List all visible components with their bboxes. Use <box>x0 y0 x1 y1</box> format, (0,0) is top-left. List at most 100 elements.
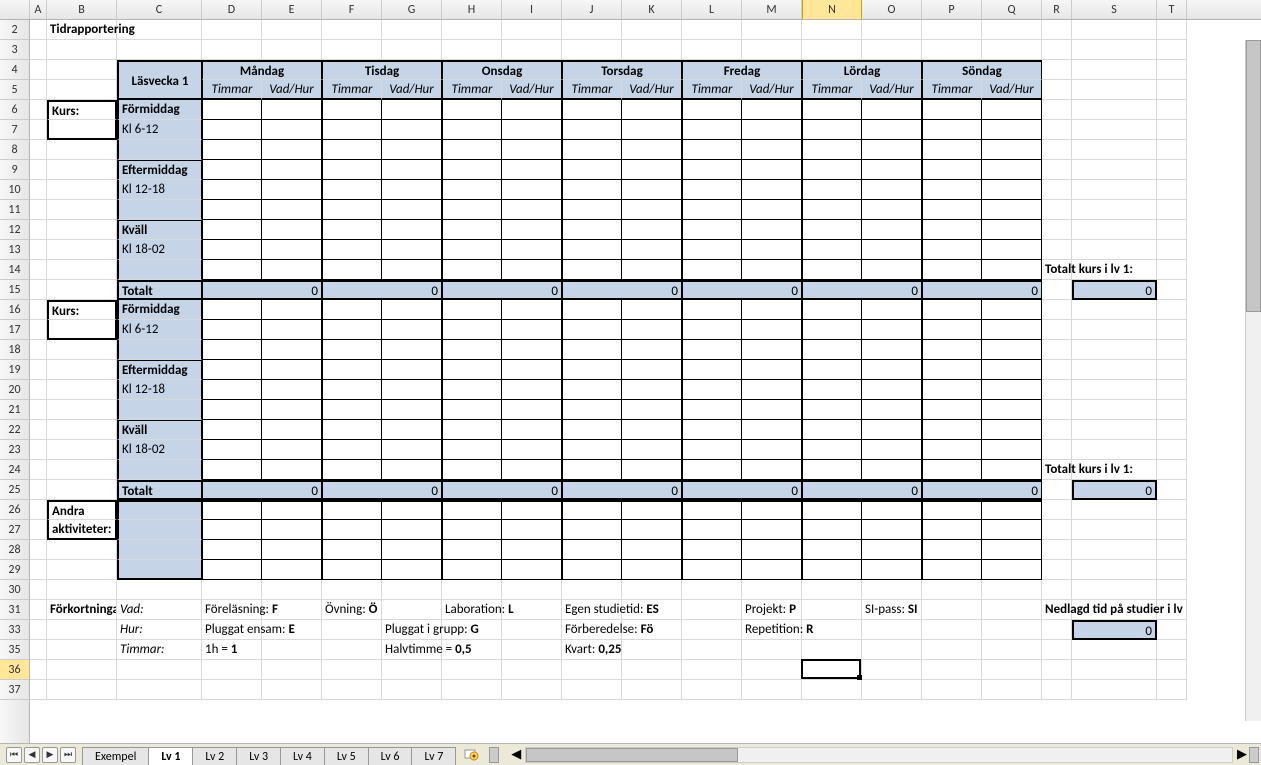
cell-S12[interactable] <box>1072 220 1157 240</box>
data-cell[interactable] <box>502 320 562 340</box>
cell-A27[interactable] <box>30 520 47 540</box>
data-cell[interactable] <box>562 200 622 220</box>
cell-G30[interactable] <box>382 580 442 600</box>
cell-P36[interactable] <box>922 660 982 680</box>
sheet-tab-lv-7[interactable]: Lv 7 <box>411 747 456 765</box>
cell-B23[interactable] <box>47 440 117 460</box>
cell-A37[interactable] <box>30 680 47 700</box>
cell-T10[interactable] <box>1157 180 1187 200</box>
horizontal-scrollbar[interactable] <box>525 747 1233 763</box>
data-cell[interactable] <box>922 180 982 200</box>
data-cell[interactable] <box>982 200 1042 220</box>
data-cell[interactable] <box>922 340 982 360</box>
cell-Q35[interactable] <box>982 640 1042 660</box>
cell-Q3[interactable] <box>982 40 1042 60</box>
cell-I37[interactable] <box>502 680 562 700</box>
cell-T14[interactable] <box>1157 260 1187 280</box>
andra-cell[interactable] <box>922 560 982 580</box>
cell-A29[interactable] <box>30 560 47 580</box>
data-cell[interactable] <box>862 260 922 280</box>
cell-O35[interactable] <box>862 640 922 660</box>
cell-B13[interactable] <box>47 240 117 260</box>
data-cell[interactable] <box>562 360 622 380</box>
data-cell[interactable] <box>382 100 442 120</box>
cell-A36[interactable] <box>30 660 47 680</box>
cell-L3[interactable] <box>682 40 742 60</box>
cell-T29[interactable] <box>1157 560 1187 580</box>
andra-cell[interactable] <box>622 520 682 540</box>
cell-B25[interactable] <box>47 480 117 500</box>
data-cell[interactable] <box>502 260 562 280</box>
cell-T8[interactable] <box>1157 140 1187 160</box>
data-cell[interactable] <box>502 120 562 140</box>
data-cell[interactable] <box>682 160 742 180</box>
data-cell[interactable] <box>382 180 442 200</box>
cell-L31[interactable] <box>682 600 742 620</box>
andra-cell[interactable] <box>922 520 982 540</box>
cell-L35[interactable] <box>682 640 742 660</box>
data-cell[interactable] <box>682 120 742 140</box>
cell-R26[interactable] <box>1042 500 1072 520</box>
cell-R37[interactable] <box>1042 680 1072 700</box>
cell-R12[interactable] <box>1042 220 1072 240</box>
cell-D37[interactable] <box>202 680 262 700</box>
andra-cell[interactable] <box>742 500 802 520</box>
cell-B14[interactable] <box>47 260 117 280</box>
data-cell[interactable] <box>982 380 1042 400</box>
cell-S10[interactable] <box>1072 180 1157 200</box>
cell-K37[interactable] <box>622 680 682 700</box>
data-cell[interactable] <box>322 220 382 240</box>
cell-H37[interactable] <box>442 680 502 700</box>
data-cell[interactable] <box>382 400 442 420</box>
data-cell[interactable] <box>322 240 382 260</box>
data-cell[interactable] <box>442 360 502 380</box>
andra-cell[interactable] <box>442 500 502 520</box>
data-cell[interactable] <box>442 300 502 320</box>
data-cell[interactable] <box>382 120 442 140</box>
data-cell[interactable] <box>682 460 742 480</box>
cell-B36[interactable] <box>47 660 117 680</box>
data-cell[interactable] <box>262 140 322 160</box>
new-sheet-button[interactable]: ✦ <box>455 744 487 765</box>
data-cell[interactable] <box>682 300 742 320</box>
andra-cell[interactable] <box>262 520 322 540</box>
data-cell[interactable] <box>442 240 502 260</box>
data-cell[interactable] <box>382 380 442 400</box>
select-all-corner[interactable] <box>0 0 30 19</box>
cell-S13[interactable] <box>1072 240 1157 260</box>
cell-T11[interactable] <box>1157 200 1187 220</box>
cell-R35[interactable] <box>1042 640 1072 660</box>
data-cell[interactable] <box>262 380 322 400</box>
andra-cell[interactable] <box>502 520 562 540</box>
data-cell[interactable] <box>322 260 382 280</box>
cell-R20[interactable] <box>1042 380 1072 400</box>
tab-first-button[interactable]: ⏮ <box>6 747 22 763</box>
data-cell[interactable] <box>202 180 262 200</box>
andra-cell[interactable] <box>922 500 982 520</box>
data-cell[interactable] <box>742 400 802 420</box>
data-cell[interactable] <box>442 200 502 220</box>
data-cell[interactable] <box>502 460 562 480</box>
cell-T4[interactable] <box>1157 60 1187 80</box>
cell-D30[interactable] <box>202 580 262 600</box>
cell-T36[interactable] <box>1157 660 1187 680</box>
data-cell[interactable] <box>262 340 322 360</box>
cell-S8[interactable] <box>1072 140 1157 160</box>
data-cell[interactable] <box>682 140 742 160</box>
col-header-O[interactable]: O <box>862 0 922 19</box>
cell-B18[interactable] <box>47 340 117 360</box>
andra-cell[interactable] <box>562 540 622 560</box>
data-cell[interactable] <box>802 200 862 220</box>
data-cell[interactable] <box>442 220 502 240</box>
data-cell[interactable] <box>442 400 502 420</box>
data-cell[interactable] <box>922 140 982 160</box>
cell-Q31[interactable] <box>982 600 1042 620</box>
data-cell[interactable] <box>862 320 922 340</box>
col-header-C[interactable]: C <box>117 0 202 19</box>
data-cell[interactable] <box>562 100 622 120</box>
cell-K3[interactable] <box>622 40 682 60</box>
data-cell[interactable] <box>262 400 322 420</box>
cell-R29[interactable] <box>1042 560 1072 580</box>
cell-A31[interactable] <box>30 600 47 620</box>
cell-M35[interactable] <box>742 640 802 660</box>
